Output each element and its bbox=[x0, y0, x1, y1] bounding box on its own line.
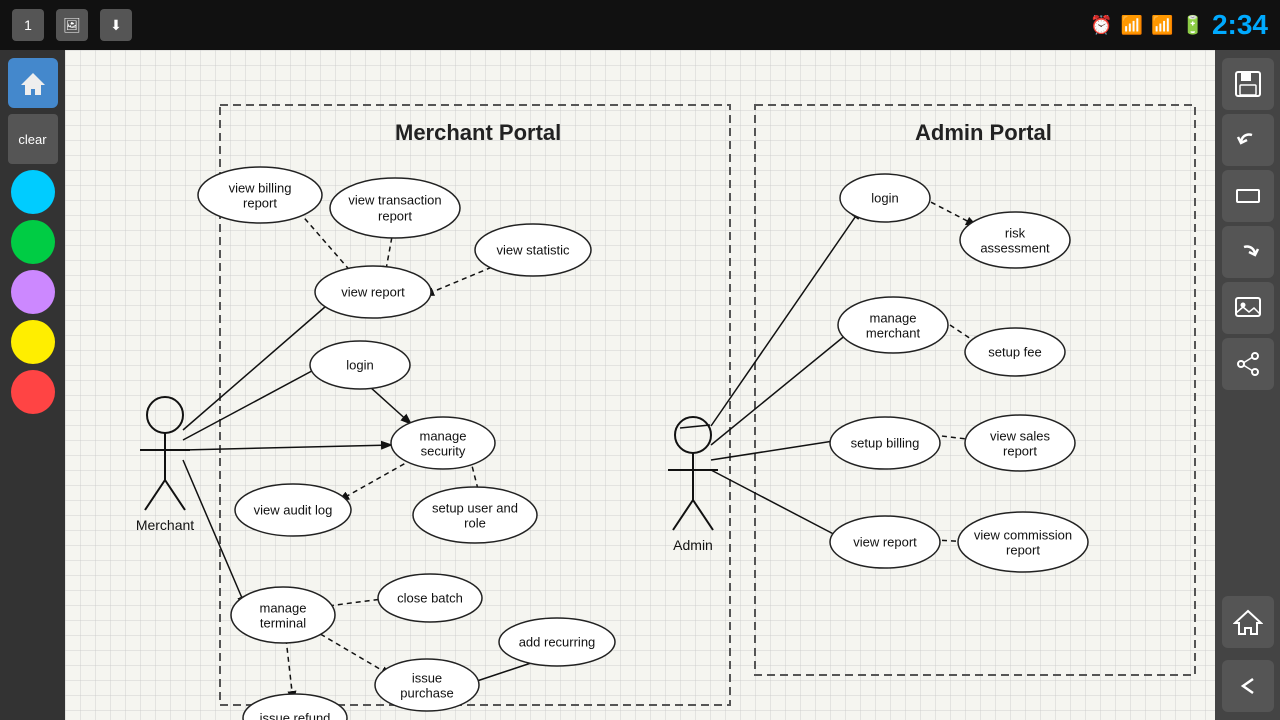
label-setup-fee: setup fee bbox=[988, 344, 1042, 359]
label-risk-assessment-1: risk bbox=[1005, 225, 1026, 240]
label-view-commission-1: view commission bbox=[974, 527, 1072, 542]
label-add-recurring: add recurring bbox=[519, 634, 596, 649]
main-canvas: Merchant Portal Admin Portal Merchant Ad… bbox=[65, 50, 1215, 720]
save-button[interactable] bbox=[1222, 58, 1274, 110]
clock-icon: ⏰ bbox=[1090, 15, 1112, 36]
conn-admin-viewreport bbox=[711, 470, 845, 540]
status-bar: 1 🖼 ⬇ ⏰ 📶 📶 🔋 2:34 bbox=[0, 0, 1280, 50]
color-red[interactable] bbox=[11, 370, 55, 414]
conn-adminlogin-risk bbox=[923, 198, 975, 225]
admin-portal-boundary bbox=[755, 105, 1195, 675]
label-manage-merchant-2: merchant bbox=[866, 325, 921, 340]
label-issue-refund: issue refund bbox=[260, 710, 331, 720]
gallery-button[interactable] bbox=[1222, 282, 1274, 334]
download-icon: ⬇ bbox=[100, 9, 132, 41]
label-login-merchant: login bbox=[346, 357, 373, 372]
merchant-actor-leg-left bbox=[145, 480, 165, 510]
color-cyan[interactable] bbox=[11, 170, 55, 214]
label-issue-purchase-1: issue bbox=[412, 670, 442, 685]
label-manage-terminal-1: manage bbox=[260, 600, 307, 615]
label-login-admin: login bbox=[871, 190, 898, 205]
label-close-batch: close batch bbox=[397, 590, 463, 605]
label-manage-merchant-1: manage bbox=[870, 310, 917, 325]
label-view-transaction-1: view transaction bbox=[348, 192, 441, 207]
shape-tool-button[interactable] bbox=[1222, 170, 1274, 222]
conn-merchant-login bbox=[183, 365, 323, 440]
admin-portal-label: Admin Portal bbox=[915, 120, 1052, 145]
label-view-report-merchant: view report bbox=[341, 284, 405, 299]
label-manage-security-1: manage bbox=[420, 428, 467, 443]
admin-actor-label: Admin bbox=[673, 537, 713, 553]
label-view-billing-report: view billing bbox=[229, 180, 292, 195]
label-setup-billing: setup billing bbox=[851, 435, 920, 450]
app-icon-2: 🖼 bbox=[56, 9, 88, 41]
merchant-actor-leg-right bbox=[165, 480, 185, 510]
label-setup-user-1: setup user and bbox=[432, 500, 518, 515]
color-purple[interactable] bbox=[11, 270, 55, 314]
label-view-transaction-2: report bbox=[378, 208, 412, 223]
color-yellow[interactable] bbox=[11, 320, 55, 364]
conn-admin-login bbox=[711, 210, 860, 426]
share-button[interactable] bbox=[1222, 338, 1274, 390]
label-manage-terminal-2: terminal bbox=[260, 615, 306, 630]
clear-button[interactable]: clear bbox=[8, 114, 58, 164]
label-risk-assessment-2: assessment bbox=[980, 240, 1050, 255]
redo-button[interactable] bbox=[1222, 226, 1274, 278]
conn-merchant-security bbox=[183, 445, 390, 450]
label-view-sales-1: view sales bbox=[990, 428, 1050, 443]
battery-icon: 🔋 bbox=[1182, 15, 1204, 36]
label-view-audit-log: view audit log bbox=[254, 502, 333, 517]
status-icons-left: 1 🖼 ⬇ bbox=[12, 9, 132, 41]
label-issue-purchase-2: purchase bbox=[400, 685, 453, 700]
left-sidebar: clear bbox=[0, 50, 65, 720]
diagram-svg[interactable]: Merchant Portal Admin Portal Merchant Ad… bbox=[65, 50, 1215, 720]
label-view-statistic: view statistic bbox=[497, 242, 570, 257]
label-view-commission-2: report bbox=[1006, 542, 1040, 557]
merchant-actor-head bbox=[147, 397, 183, 433]
admin-actor-leg-left bbox=[673, 500, 693, 530]
merchant-actor-label: Merchant bbox=[136, 517, 194, 533]
admin-actor-leg-right bbox=[693, 500, 713, 530]
status-icons-right: ⏰ 📶 📶 🔋 2:34 bbox=[1090, 9, 1268, 41]
undo-button[interactable] bbox=[1222, 114, 1274, 166]
conn-admin-manageMerchant bbox=[711, 325, 858, 445]
nav-home-button[interactable] bbox=[1222, 596, 1274, 648]
label-manage-security-2: security bbox=[421, 443, 466, 458]
label-view-report-admin: view report bbox=[853, 534, 917, 549]
signal-icon: 📶 bbox=[1151, 15, 1173, 36]
color-green[interactable] bbox=[11, 220, 55, 264]
right-toolbar bbox=[1215, 50, 1280, 720]
app-icon-1: 1 bbox=[12, 9, 44, 41]
conn-mid bbox=[680, 425, 710, 428]
wifi-icon: 📶 bbox=[1121, 15, 1143, 36]
merchant-portal-label: Merchant Portal bbox=[395, 120, 561, 145]
status-time: 2:34 bbox=[1212, 9, 1268, 41]
back-button[interactable] bbox=[1222, 660, 1274, 712]
home-button[interactable] bbox=[8, 58, 58, 108]
label-setup-user-2: role bbox=[464, 515, 486, 530]
admin-actor-head bbox=[675, 417, 711, 453]
label-view-billing-report2: report bbox=[243, 195, 277, 210]
label-view-sales-2: report bbox=[1003, 443, 1037, 458]
